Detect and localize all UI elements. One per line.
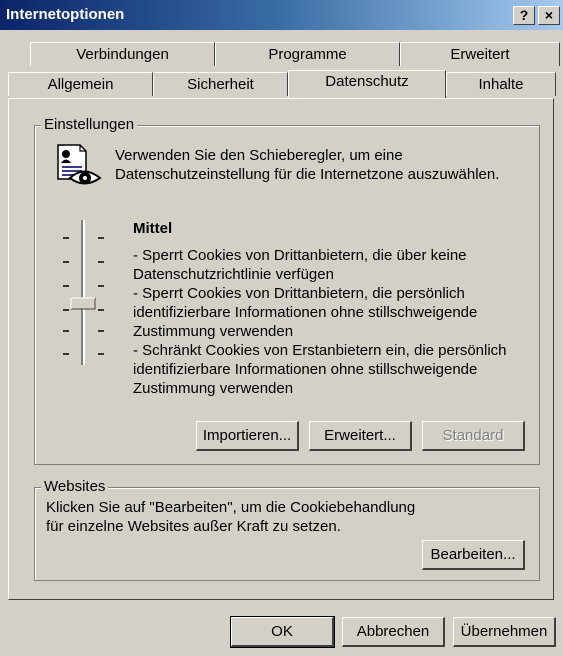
apply-button[interactable]: Übernehmen	[453, 617, 556, 647]
ok-button[interactable]: OK	[230, 616, 335, 648]
tab-erweitert[interactable]: Erweitert	[400, 42, 560, 66]
privacy-level-slider[interactable]	[58, 218, 114, 368]
internet-options-dialog: Internetoptionen ? × Verbindungen Progra…	[0, 0, 563, 656]
settings-intro-line1: Verwenden Sie den Schieberegler, um eine	[115, 147, 403, 164]
websites-text-line1: Klicken Sie auf "Bearbeiten", um die Coo…	[46, 499, 416, 516]
title-bar[interactable]: Internetoptionen ? ×	[0, 0, 563, 30]
settings-legend: Einstellungen	[41, 116, 138, 133]
tab-verbindungen[interactable]: Verbindungen	[30, 42, 215, 66]
privacy-desc-line: identifizierbare Informationen ohne stil…	[133, 361, 478, 378]
websites-legend: Websites	[41, 478, 109, 495]
help-button[interactable]: ?	[513, 6, 535, 25]
privacy-eye-icon	[57, 144, 102, 185]
window-title: Internetoptionen	[6, 6, 125, 23]
tab-datenschutz[interactable]: Datenschutz	[288, 70, 446, 98]
default-button[interactable]: Standard	[422, 421, 525, 451]
privacy-desc-line: Datenschutzrichtlinie verfügen	[133, 266, 334, 283]
edit-websites-button[interactable]: Bearbeiten...	[422, 540, 525, 570]
close-button[interactable]: ×	[538, 6, 560, 25]
privacy-desc-line: identifizierbare Informationen ohne stil…	[133, 304, 478, 321]
import-button[interactable]: Importieren...	[196, 421, 299, 451]
tab-inhalte[interactable]: Inhalte	[446, 72, 556, 96]
tab-sicherheit[interactable]: Sicherheit	[153, 72, 288, 96]
privacy-desc-line: - Sperrt Cookies von Drittanbietern, die…	[133, 247, 467, 264]
websites-text-line2: für einzelne Websites außer Kraft zu set…	[46, 518, 341, 535]
privacy-desc-line: - Sperrt Cookies von Drittanbietern, die…	[133, 285, 465, 302]
advanced-button[interactable]: Erweitert...	[309, 421, 412, 451]
privacy-desc-line: - Schränkt Cookies von Erstanbietern ein…	[133, 342, 507, 359]
tab-programme[interactable]: Programme	[215, 42, 400, 66]
settings-intro-line2: Datenschutzeinstellung für die Internetz…	[115, 166, 500, 183]
privacy-level-title: Mittel	[133, 220, 173, 237]
cancel-button[interactable]: Abbrechen	[342, 617, 445, 647]
privacy-desc-line: Zustimmung verwenden	[133, 380, 294, 397]
tab-allgemein[interactable]: Allgemein	[8, 72, 153, 96]
privacy-desc-line: Zustimmung verwenden	[133, 323, 294, 340]
